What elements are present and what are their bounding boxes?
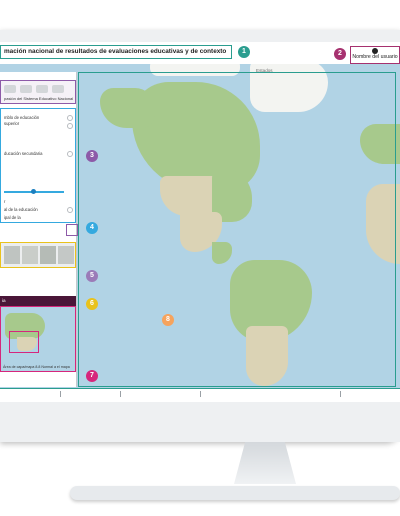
layers-section: mblo de educación superior ducación secu… xyxy=(0,108,76,223)
compare-toggle[interactable] xyxy=(66,224,78,236)
app-screen: mación nacional de resultados de evaluac… xyxy=(0,42,400,402)
basemap-thumb[interactable] xyxy=(4,246,20,264)
app-title: mación nacional de resultados de evaluac… xyxy=(0,45,232,59)
monitor-stand-neck xyxy=(234,442,296,484)
monitor-chin xyxy=(0,402,400,442)
side-panel: pasión del Sistema Educativo Nacional mb… xyxy=(0,72,78,387)
minimap-viewport[interactable] xyxy=(9,331,39,353)
map-tool-icon[interactable] xyxy=(4,85,16,93)
top-bar: mación nacional de resultados de evaluac… xyxy=(0,42,400,64)
layer-item[interactable]: r xyxy=(4,199,62,204)
compare-icon[interactable] xyxy=(36,85,48,93)
badge-5: 5 xyxy=(86,270,98,282)
badge-1: 1 xyxy=(238,46,250,58)
badge-4: 4 xyxy=(86,222,98,234)
status-bar xyxy=(0,388,400,399)
layer-item[interactable]: al de la educación xyxy=(4,207,62,212)
map-area-outline xyxy=(78,72,396,387)
zoom-icon[interactable] xyxy=(20,85,32,93)
layer-toggle[interactable] xyxy=(67,115,73,121)
layer-item[interactable]: superior xyxy=(4,121,62,126)
basemap-thumb[interactable] xyxy=(40,246,56,264)
basemap-thumb[interactable] xyxy=(58,246,74,264)
layer-item[interactable]: ducación secundaria xyxy=(4,151,62,156)
basemap-thumbnails xyxy=(0,242,76,268)
user-name: Nombre del usuario xyxy=(352,54,398,60)
opacity-slider[interactable] xyxy=(4,189,64,194)
minimap[interactable]: Área de capa/mapa 8.8 Normal a el mapa xyxy=(0,306,76,372)
badge-3: 3 xyxy=(86,150,98,162)
slider-knob[interactable] xyxy=(31,189,36,194)
status-divider xyxy=(120,391,121,397)
minimap-title: ia xyxy=(0,296,76,306)
locate-icon[interactable] xyxy=(52,85,64,93)
layer-item[interactable]: mblo de educación xyxy=(4,115,62,120)
status-divider xyxy=(60,391,61,397)
layer-toggle[interactable] xyxy=(67,151,73,157)
badge-2: 2 xyxy=(334,48,346,60)
minimap-caption: Área de capa/mapa 8.8 Normal a el mapa xyxy=(3,365,70,369)
badge-7: 7 xyxy=(86,370,98,382)
layer-item[interactable]: ipal de la xyxy=(4,215,62,220)
layer-toggle[interactable] xyxy=(67,123,73,129)
status-divider xyxy=(340,391,341,397)
user-menu[interactable]: Nombre del usuario xyxy=(350,46,400,64)
basemap-thumb[interactable] xyxy=(22,246,38,264)
badge-6: 6 xyxy=(86,298,98,310)
monitor-stand-base xyxy=(70,486,400,500)
status-divider xyxy=(200,391,201,397)
tools-section: pasión del Sistema Educativo Nacional xyxy=(0,80,76,104)
tools-caption: pasión del Sistema Educativo Nacional xyxy=(4,96,74,101)
layer-toggle[interactable] xyxy=(67,207,73,213)
map-view[interactable]: Estados 8 pasión del Sistema Educativo N… xyxy=(0,64,400,388)
